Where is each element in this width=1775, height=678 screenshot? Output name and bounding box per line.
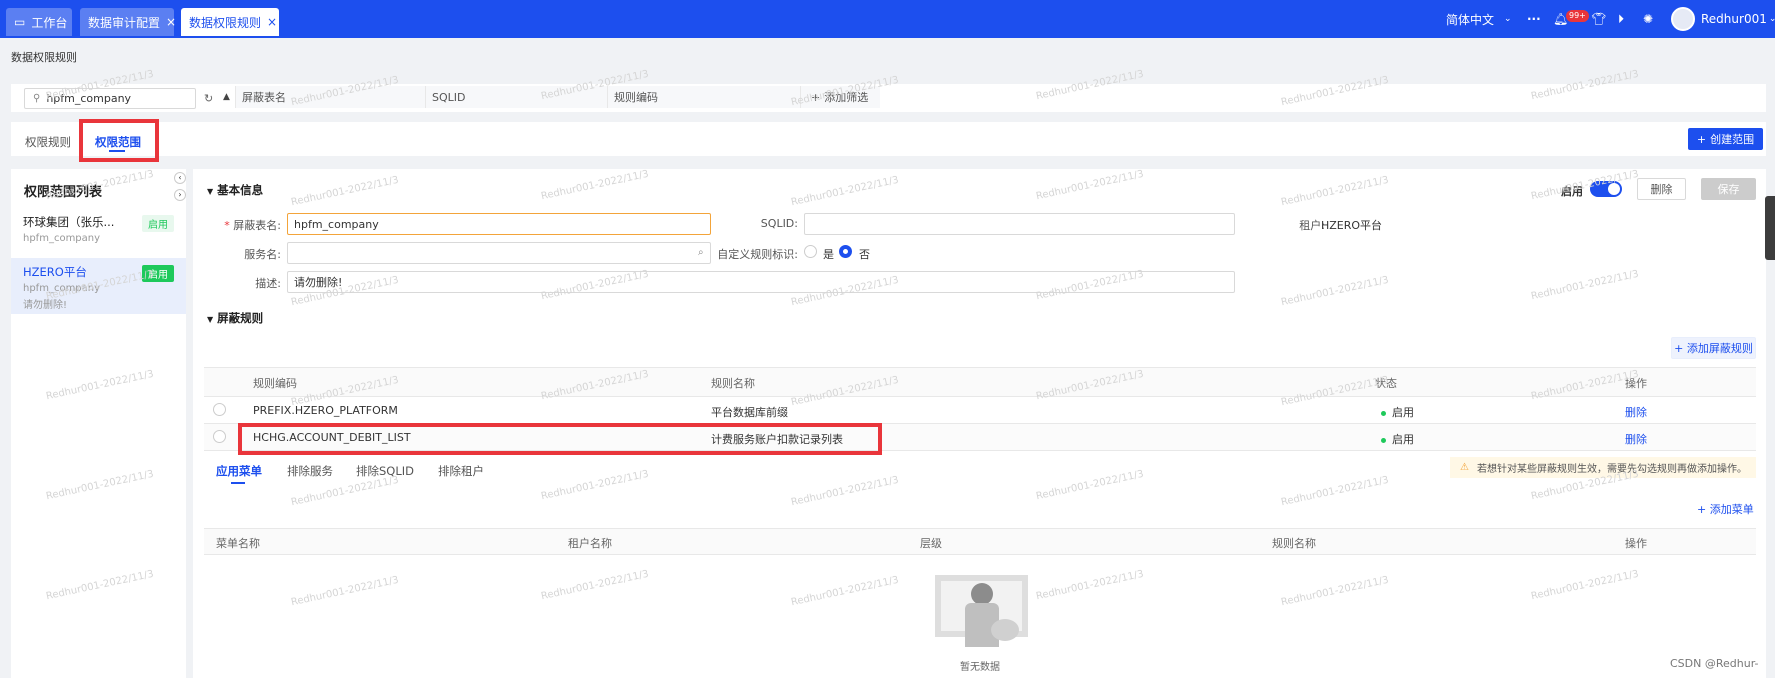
delete-row-link[interactable]: 删除 bbox=[1625, 431, 1647, 447]
search-input[interactable]: ⚲ hpfm_company bbox=[24, 88, 196, 109]
tab-data-permission-rules[interactable]: 数据权限规则 × bbox=[181, 8, 279, 36]
highlight-box-scope-tab bbox=[79, 119, 159, 162]
page-title: 数据权限规则 bbox=[11, 51, 77, 64]
add-mask-rule-button[interactable]: + 添加屏蔽规则 bbox=[1671, 337, 1756, 359]
enable-toggle[interactable] bbox=[1590, 181, 1622, 197]
footer-watermark: CSDN @Redhur- bbox=[1670, 657, 1759, 670]
panel-title: 权限范围列表 bbox=[24, 185, 103, 200]
play-circle-icon[interactable]: ⏵ bbox=[1618, 0, 1624, 38]
plus-icon: + bbox=[811, 90, 821, 104]
tab-data-audit-config[interactable]: 数据审计配置 × bbox=[80, 8, 176, 36]
monitor-icon: ▭ bbox=[14, 15, 26, 29]
refresh-icon[interactable]: ↻ bbox=[204, 92, 213, 105]
filter-table-name[interactable]: 屏蔽表名 bbox=[235, 86, 425, 108]
create-scope-button[interactable]: + 创建范围 bbox=[1688, 128, 1763, 150]
sqlid-field[interactable] bbox=[804, 213, 1235, 235]
delete-button[interactable]: 删除 bbox=[1637, 178, 1686, 200]
status-dot bbox=[1381, 410, 1386, 416]
caret-up-icon[interactable]: ▲ bbox=[223, 92, 230, 102]
description-field[interactable]: 请勿删除! bbox=[287, 271, 1235, 293]
more-icon[interactable]: ··· bbox=[1527, 0, 1541, 38]
chevron-right-icon[interactable]: › bbox=[174, 189, 186, 201]
caret-down-icon: ▼ bbox=[207, 315, 214, 324]
active-tab-indicator bbox=[231, 482, 245, 484]
delete-row-link[interactable]: 删除 bbox=[1625, 404, 1647, 420]
status-badge: 启用 bbox=[142, 265, 174, 282]
tab-app-menu[interactable]: 应用菜单 bbox=[216, 463, 262, 479]
status-dot bbox=[1381, 437, 1386, 443]
caret-down-icon: ▼ bbox=[207, 187, 214, 196]
tab-workbench[interactable]: ▭ 工作台 bbox=[6, 8, 72, 36]
status-badge: 启用 bbox=[142, 215, 174, 232]
tab-exclude-service[interactable]: 排除服务 bbox=[287, 463, 333, 479]
radio-yes[interactable] bbox=[804, 245, 817, 258]
avatar bbox=[1671, 7, 1695, 31]
chevron-down-icon: ⌄ bbox=[1768, 14, 1775, 24]
row-select-radio[interactable] bbox=[213, 403, 226, 416]
plus-icon: + bbox=[1674, 341, 1684, 355]
table-row[interactable]: PREFIX.HZERO_PLATFORM 平台数据库前缀 启用 删除 bbox=[204, 397, 1756, 423]
tenant-value: HZERO平台 bbox=[1321, 219, 1383, 232]
table-header bbox=[204, 529, 1756, 554]
section-basic-info[interactable]: ▼ 基本信息 bbox=[207, 182, 263, 198]
list-item[interactable]: 环球集团（张乐... hpfm_company 启用 bbox=[11, 208, 186, 258]
close-icon[interactable]: × bbox=[267, 15, 277, 29]
main-tabs: 权限规则 权限范围 bbox=[11, 122, 1766, 156]
service-field[interactable] bbox=[287, 242, 711, 264]
settings-icon[interactable]: ✺ bbox=[1643, 0, 1653, 38]
close-icon[interactable]: × bbox=[166, 15, 176, 29]
empty-state-text: 暂无数据 bbox=[960, 662, 1000, 673]
add-filter-button[interactable]: + 添加筛选 bbox=[800, 86, 880, 108]
chevron-down-icon: ⌄ bbox=[1504, 14, 1512, 24]
plus-icon: + bbox=[1696, 132, 1707, 146]
radio-no[interactable] bbox=[839, 245, 852, 258]
table-name-field[interactable]: hpfm_company bbox=[287, 213, 711, 235]
add-menu-button[interactable]: + 添加菜单 bbox=[1697, 501, 1754, 517]
filter-sqlid[interactable]: SQLID bbox=[425, 86, 607, 108]
user-menu[interactable]: Redhur001 ⌄ bbox=[1671, 0, 1775, 38]
highlight-box-rule-row bbox=[238, 423, 882, 455]
tab-permission-rules[interactable]: 权限规则 bbox=[25, 134, 71, 150]
section-mask-rules[interactable]: ▼ 屏蔽规则 bbox=[207, 310, 263, 326]
plus-icon: + bbox=[1697, 503, 1707, 516]
side-widget[interactable] bbox=[1765, 196, 1775, 260]
warning-icon: ⚠ bbox=[1460, 462, 1469, 473]
tab-exclude-tenant[interactable]: 排除租户 bbox=[438, 463, 484, 479]
shirt-icon[interactable]: 👕︎ bbox=[1591, 0, 1606, 38]
filter-rule-code[interactable]: 规则编码 bbox=[607, 86, 800, 108]
tab-exclude-sqlid[interactable]: 排除SQLID bbox=[356, 463, 414, 479]
list-item[interactable]: HZERO平台 hpfm_company 请勿删除! 启用 bbox=[11, 258, 186, 314]
filter-bar: ⚲ hpfm_company ↻ ▲ 屏蔽表名 SQLID 规则编码 + 添加筛选 bbox=[11, 84, 1766, 112]
warning-banner: ⚠ 若想针对某些屏蔽规则生效，需要先勾选规则再做添加操作。 bbox=[1450, 457, 1756, 478]
empty-illustration bbox=[935, 563, 1028, 651]
save-button[interactable]: 保存 bbox=[1701, 178, 1756, 200]
scope-list-panel: 权限范围列表 环球集团（张乐... hpfm_company 启用 HZERO平… bbox=[11, 169, 186, 678]
language-selector[interactable]: 简体中文 ⌄ bbox=[1446, 0, 1512, 38]
chevron-left-icon[interactable]: ‹ bbox=[174, 172, 186, 184]
row-select-radio[interactable] bbox=[213, 430, 226, 443]
table-header bbox=[204, 368, 1756, 396]
top-navigation-bar: ▭ 工作台 数据审计配置 × 数据权限规则 × 简体中文 ⌄ ··· 🔔︎ 99… bbox=[0, 0, 1775, 38]
notification-badge: 99+ bbox=[1566, 10, 1589, 22]
search-icon: ⚲ bbox=[33, 93, 41, 104]
